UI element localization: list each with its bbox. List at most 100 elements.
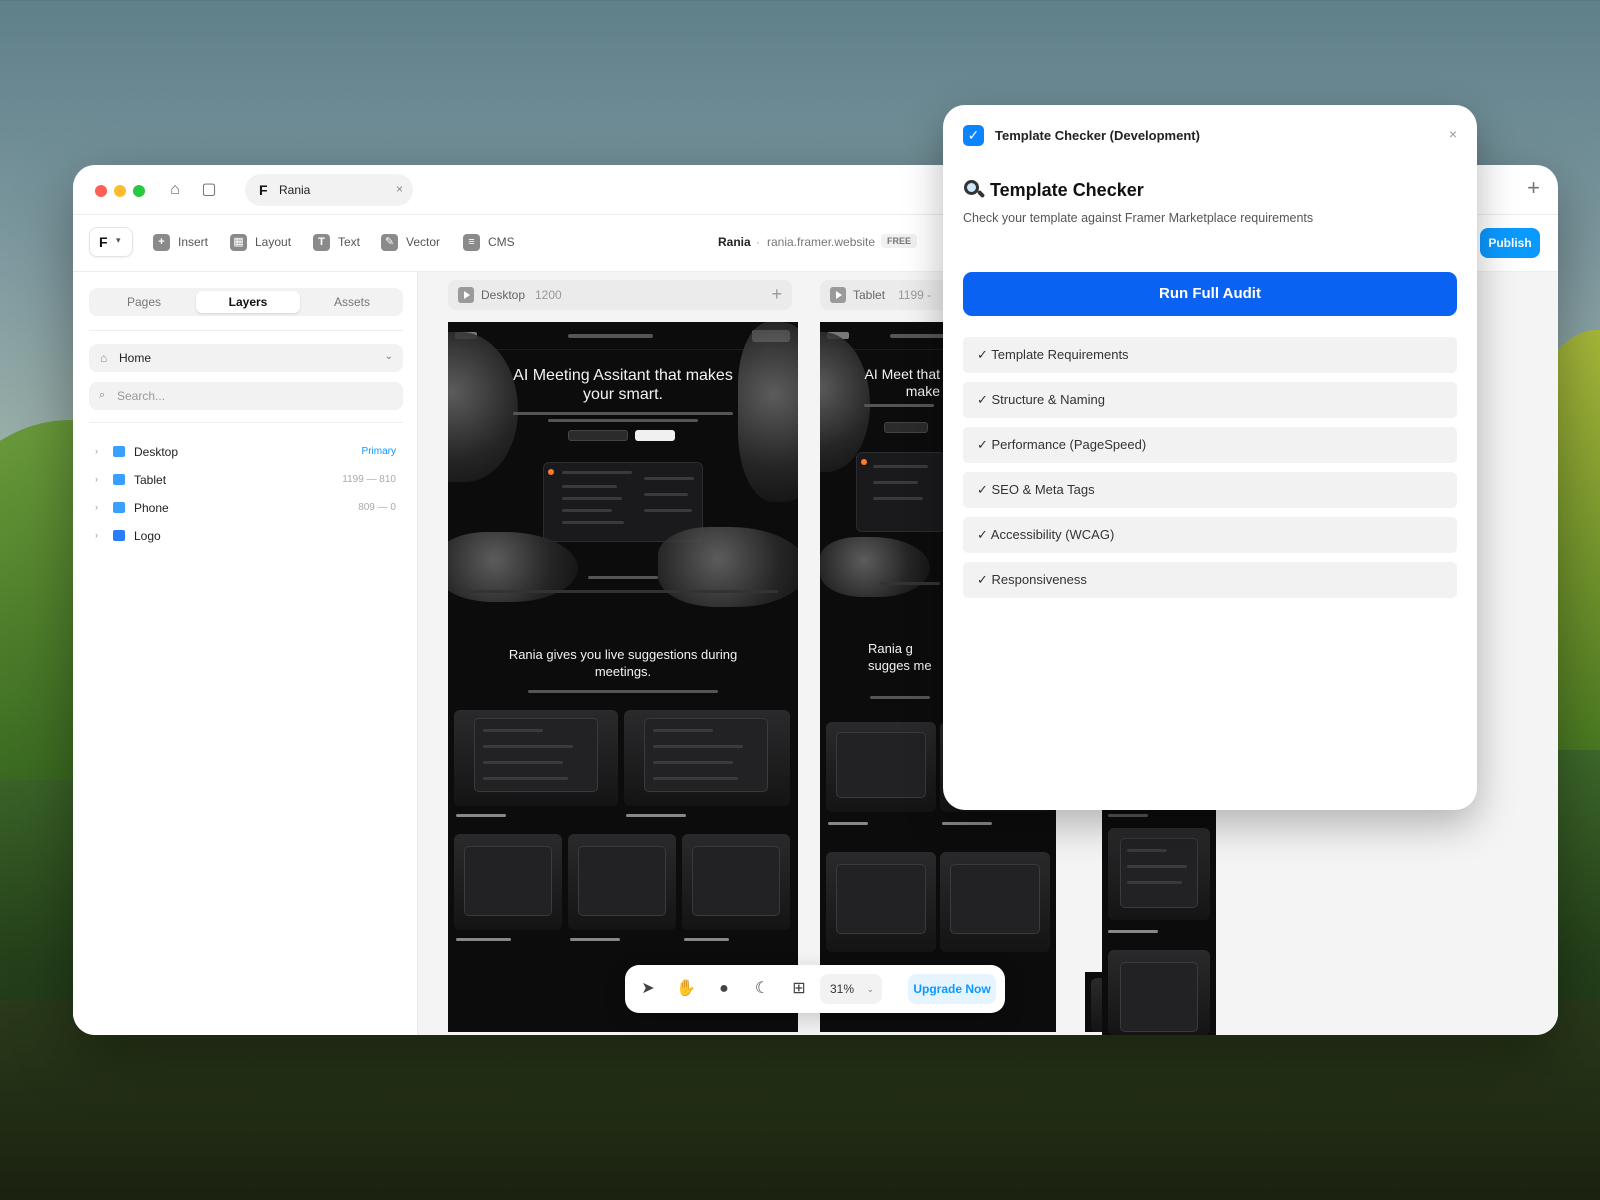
preview-feature-card	[826, 722, 936, 812]
zoom-window-button[interactable]	[133, 185, 145, 197]
cms-label: CMS	[488, 235, 515, 249]
insert-button[interactable]: + Insert	[153, 230, 208, 254]
preview-row	[562, 509, 612, 512]
divider	[89, 330, 403, 331]
tab-rania[interactable]: F Rania ×	[245, 174, 413, 206]
check-responsiveness[interactable]: ✓ Responsiveness	[963, 562, 1457, 598]
preview-row	[653, 761, 733, 764]
check-seo-meta[interactable]: ✓ SEO & Meta Tags	[963, 472, 1457, 508]
preview-feature-card	[1108, 950, 1210, 1035]
preview-rock	[658, 527, 798, 607]
search-input[interactable]	[117, 386, 387, 406]
text-button[interactable]: T Text	[313, 230, 360, 254]
preview-section-title: Rania g sugges me	[868, 641, 932, 673]
preview-text-line	[513, 412, 733, 415]
new-tab-button[interactable]: +	[1527, 175, 1540, 201]
layer-phone[interactable]: › Phone 809 — 0	[95, 498, 400, 520]
preview-row	[644, 493, 688, 496]
run-full-audit-button[interactable]: Run Full Audit	[963, 272, 1457, 316]
preview-text-line	[1108, 814, 1148, 817]
minimize-window-button[interactable]	[114, 185, 126, 197]
zoom-select[interactable]: 31% ⌄	[820, 974, 882, 1004]
vector-button[interactable]: ✎ Vector	[381, 230, 440, 254]
preview-card-panel	[836, 864, 926, 934]
tab-pages[interactable]: Pages	[92, 291, 196, 313]
plan-badge: FREE	[881, 234, 918, 248]
tab-assets[interactable]: Assets	[300, 291, 404, 313]
inbox-icon[interactable]: ▢	[199, 180, 219, 200]
frame-name: Tablet	[853, 288, 886, 302]
plugin-window-title: Template Checker (Development)	[995, 128, 1200, 143]
layer-logo[interactable]: › Logo	[95, 526, 400, 548]
check-structure-naming[interactable]: ✓ Structure & Naming	[963, 382, 1457, 418]
desktop-frame-header[interactable]: Desktop 1200 +	[448, 280, 792, 310]
cursor-tool-icon[interactable]: ➤	[637, 978, 659, 1000]
framer-logo-icon: F	[259, 182, 268, 198]
preview-text-line	[528, 690, 718, 693]
check-template-requirements[interactable]: ✓ Template Requirements	[963, 337, 1457, 373]
close-icon[interactable]: ×	[1449, 126, 1457, 142]
close-window-button[interactable]	[95, 185, 107, 197]
preview-text-line	[864, 404, 934, 407]
preview-text-line	[548, 419, 698, 422]
hand-tool-icon[interactable]: ✋	[675, 978, 697, 1000]
play-icon[interactable]	[830, 287, 846, 303]
preview-row	[653, 777, 738, 780]
preview-logos-row	[880, 582, 940, 585]
framer-menu-button[interactable]: F ▾	[89, 227, 133, 257]
page-select[interactable]: ⌂ Home ⌄	[89, 344, 403, 372]
preview-card-panel	[578, 846, 666, 916]
preview-row	[562, 485, 617, 488]
layer-desktop[interactable]: › Desktop Primary	[95, 442, 400, 464]
layer-tablet[interactable]: › Tablet 1199 — 810	[95, 470, 400, 492]
desktop-frame[interactable]: AI Meeting Assitant that makes your smar…	[448, 322, 798, 1032]
preview-feature-card	[624, 710, 790, 806]
grid-icon[interactable]: ⊞	[788, 978, 810, 1000]
preview-card-panel	[1120, 962, 1198, 1032]
chevron-down-icon: ⌄	[384, 351, 393, 362]
preview-row	[873, 481, 918, 484]
home-icon[interactable]: ⌂	[165, 180, 185, 200]
preview-caption	[828, 822, 868, 825]
preview-caption	[456, 938, 511, 941]
preview-row	[1127, 865, 1187, 868]
preview-text-line	[870, 696, 930, 699]
tablet-frame-header[interactable]: Tablet 1199 -	[820, 280, 950, 310]
chevron-right-icon[interactable]: ›	[95, 474, 98, 484]
phone-frame-preview[interactable]	[1102, 810, 1216, 1035]
preview-nav-links	[568, 334, 653, 338]
close-icon[interactable]: ×	[396, 182, 403, 196]
tab-layers[interactable]: Layers	[196, 291, 300, 313]
cms-button[interactable]: ≡ CMS	[463, 230, 515, 254]
site-url[interactable]: rania.framer.website	[767, 235, 875, 249]
chevron-right-icon[interactable]: ›	[95, 530, 98, 540]
chevron-right-icon[interactable]: ›	[95, 502, 98, 512]
layout-icon: ▦	[230, 233, 247, 251]
preview-row	[873, 465, 928, 468]
layer-name: Logo	[134, 529, 161, 543]
frame-icon	[113, 474, 125, 485]
add-breakpoint-icon[interactable]: +	[771, 284, 782, 305]
check-performance[interactable]: ✓ Performance (PageSpeed)	[963, 427, 1457, 463]
publish-button[interactable]: Publish	[1480, 228, 1540, 258]
text-icon: T	[313, 233, 330, 251]
preview-row	[1127, 849, 1167, 852]
dark-mode-icon[interactable]: ☾	[751, 978, 773, 1000]
chevron-right-icon[interactable]: ›	[95, 446, 98, 456]
preview-caption	[942, 822, 992, 825]
preview-section-title: Rania gives you live suggestions during …	[508, 647, 738, 679]
layout-button[interactable]: ▦ Layout	[230, 230, 291, 254]
canvas-toolbar: ➤ ✋ ● ☾ ⊞ 31% ⌄ Upgrade Now	[625, 965, 1005, 1013]
left-panel: Pages Layers Assets ⌂ Home ⌄ ⌕ › Desktop…	[73, 272, 418, 1035]
preview-feature-card	[940, 852, 1050, 952]
play-icon[interactable]	[458, 287, 474, 303]
preview-caption	[1108, 930, 1158, 933]
upgrade-button[interactable]: Upgrade Now	[908, 974, 996, 1004]
preview-card-panel	[644, 718, 768, 792]
layer-name: Phone	[134, 501, 169, 515]
check-accessibility[interactable]: ✓ Accessibility (WCAG)	[963, 517, 1457, 553]
page-select-label: Home	[119, 351, 152, 365]
comment-icon[interactable]: ●	[713, 978, 735, 1000]
plugin-subtitle: Check your template against Framer Marke…	[963, 211, 1314, 225]
preview-hero-title: AI Meeting Assitant that makes your smar…	[513, 367, 733, 403]
